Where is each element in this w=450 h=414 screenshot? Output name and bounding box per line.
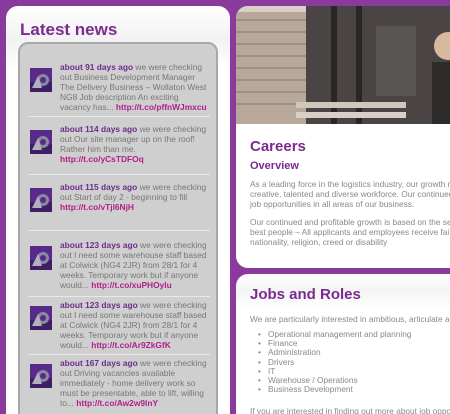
news-feed[interactable]: about 91 days ago we were checking out B… <box>18 42 218 414</box>
avatar <box>30 188 52 212</box>
tweet-time: about 123 days ago <box>60 300 138 310</box>
list-item: Drivers <box>258 357 411 367</box>
news-item: about 123 days ago we were checking out … <box>20 300 216 360</box>
tweet-time: about 123 days ago <box>60 240 138 250</box>
tweet-link[interactable]: http://t.co/Ar9ZkGfK <box>91 340 171 350</box>
divider <box>28 296 210 297</box>
tweet-time: about 91 days ago <box>60 62 134 72</box>
jobs-title: Jobs and Roles <box>250 286 361 303</box>
jobs-panel: Jobs and Roles We are particularly inter… <box>236 274 450 414</box>
avatar <box>30 364 52 388</box>
news-item: about 167 days ago we were checking out … <box>20 358 216 414</box>
careers-title: Careers <box>250 138 306 155</box>
list-item: Business Development <box>258 385 411 395</box>
careers-paragraph-2: Our continued and profitable growth is b… <box>250 217 450 247</box>
tweet-time: about 115 days ago <box>60 182 138 192</box>
news-item: about 115 days ago we were checking out … <box>20 182 216 242</box>
latest-news-title: Latest news <box>20 20 118 39</box>
divider <box>28 116 210 117</box>
overview-subtitle: Overview <box>250 160 299 172</box>
hero-photo <box>236 6 450 124</box>
tweet-time: about 114 days ago <box>60 124 138 134</box>
divider <box>28 230 210 231</box>
divider <box>28 174 210 175</box>
careers-paragraph-1: As a leading force in the logistics indu… <box>250 179 450 209</box>
careers-panel: Careers Overview As a leading force in t… <box>236 6 450 268</box>
tweet-time: about 167 days ago <box>60 358 138 368</box>
avatar <box>30 306 52 330</box>
avatar <box>30 130 52 154</box>
avatar <box>30 68 52 92</box>
tweet-link[interactable]: http://t.co/xuPHOylu <box>91 280 172 290</box>
tweet-link[interactable]: http://t.co/vTjl6NjH <box>60 202 134 212</box>
divider <box>28 354 210 355</box>
news-item: about 114 days ago we were checking out … <box>20 124 216 184</box>
latest-news-panel: Latest news about 91 days ago we were ch… <box>6 6 230 414</box>
news-item: about 91 days ago we were checking out B… <box>20 62 216 122</box>
tweet-link[interactable]: http://t.co/pffnWJmxcu <box>116 102 207 112</box>
news-item: about 123 days ago we were checking out … <box>20 240 216 300</box>
avatar <box>30 246 52 270</box>
jobs-footer: If you are interested in finding out mor… <box>250 406 450 414</box>
roles-list: Operational management and planning Fina… <box>258 329 412 395</box>
tweet-link[interactable]: http://t.co/Aw2w9lnY <box>76 398 158 408</box>
tweet-link[interactable]: http://t.co/yCsTDFOq <box>60 154 144 164</box>
jobs-intro: We are particularly interested in ambiti… <box>250 314 450 324</box>
